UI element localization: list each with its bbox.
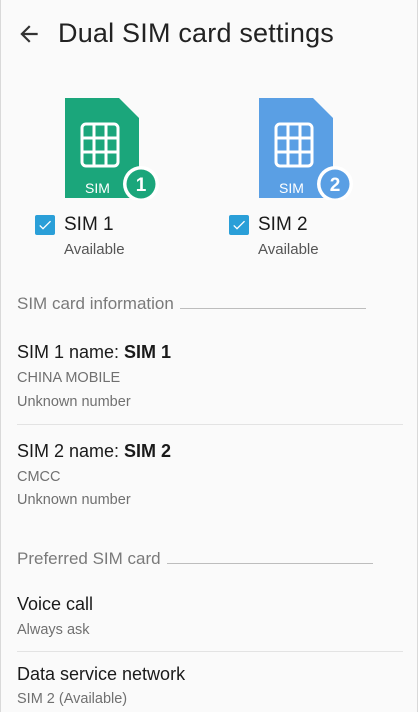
sim-1-carrier: CHINA MOBILE [17,370,121,386]
data-service-network-item[interactable]: Data service network SIM 2 (Available) [1,660,417,712]
sim-1-checkbox-label: SIM 1 [64,214,114,235]
app-bar: Dual SIM card settings [1,0,417,72]
sim-2-checkbox-row[interactable]: SIM 2 [229,214,308,236]
section-title: SIM card information [17,294,174,313]
sim-1-status: Available [64,241,125,258]
list-divider [17,424,403,425]
sim-2-checkbox[interactable] [229,215,249,235]
sim-badge-number: 2 [330,175,341,196]
data-service-value: SIM 2 (Available) [17,691,128,707]
checkmark-icon [233,220,245,230]
sim-card-blue-icon: SIM 2 [259,98,353,200]
sim-1-name-item[interactable]: SIM 1 name: SIM 1 CHINA MOBILE Unknown n… [1,338,417,422]
section-divider-line [179,307,366,309]
section-header-sim-info: SIM card information [17,294,366,314]
sim-card-green-icon: SIM 1 [65,98,159,200]
list-divider [17,651,403,652]
sim-name-value: SIM 1 [124,342,172,362]
sim-1-number: Unknown number [17,394,131,410]
checkmark-icon [39,220,51,230]
sim-icon-label: SIM [279,180,304,196]
page-title: Dual SIM card settings [58,18,335,48]
sim-name-prefix: SIM 2 name: [17,441,125,461]
data-service-title: Data service network [17,664,186,684]
sim-1-checkbox[interactable] [35,215,55,235]
sim-badge-number: 1 [136,175,147,196]
voice-call-title: Voice call [17,594,94,614]
voice-call-item[interactable]: Voice call Always ask [1,590,417,646]
sim-name-value: SIM 2 [124,441,172,461]
arrow-left-icon [20,25,38,43]
dual-sim-settings-screen: Dual SIM card settings SIM 1 SIM 1 Avail… [0,0,418,712]
sim-2-checkbox-label: SIM 2 [258,214,308,235]
sim-2-name-title: SIM 2 name: SIM 2 [17,441,171,462]
sim-2-name-item[interactable]: SIM 2 name: SIM 2 CMCC Unknown number [1,437,417,521]
sim-icon-label: SIM [85,180,110,196]
sim-1-checkbox-row[interactable]: SIM 1 [35,214,114,236]
sim-2-number: Unknown number [17,492,131,508]
section-title: Preferred SIM card [17,549,161,568]
section-header-preferred: Preferred SIM card [17,549,373,569]
section-divider-line [166,562,373,564]
sim-2-carrier: CMCC [17,469,61,485]
back-button[interactable] [11,16,47,52]
sim-1-name-title: SIM 1 name: SIM 1 [17,342,171,363]
sim-2-status: Available [258,241,319,258]
voice-call-value: Always ask [17,622,90,638]
sim-name-prefix: SIM 1 name: [17,342,125,362]
